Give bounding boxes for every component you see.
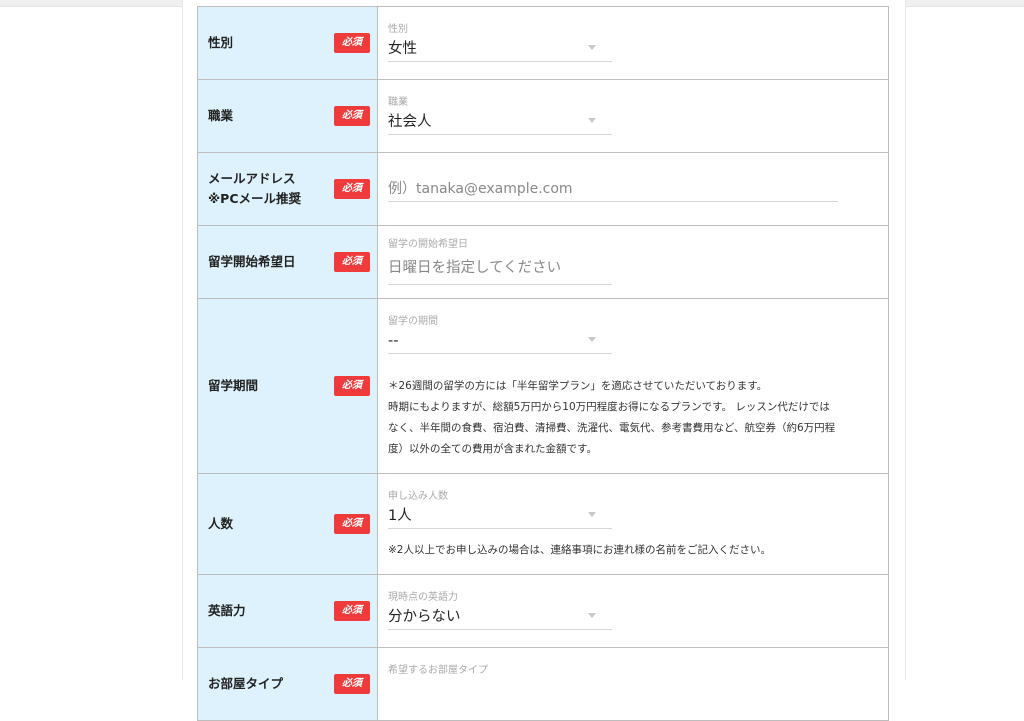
people-value[interactable]: 1人 [388,504,612,529]
duration-select[interactable]: 留学の期間 -- [388,315,612,354]
row-label-cell: お部屋タイプ 必須 [197,648,378,720]
people-note: ※2人以上でお申し込みの場合は、連絡事項にお連れ様の名前をご記入ください。 [388,544,771,556]
required-badge: 必須 [334,514,370,534]
room-select[interactable]: 希望するお部屋タイプ [388,664,612,678]
gender-select[interactable]: 性別 女性 [388,23,612,62]
gender-value[interactable]: 女性 [388,37,612,62]
room-label: お部屋タイプ [208,676,284,691]
people-select[interactable]: 申し込み人数 1人 [388,490,612,529]
occupation-label: 職業 [208,108,234,123]
row-label-cell: 性別 必須 [197,7,378,79]
occupation-field-label: 職業 [388,97,408,108]
english-select[interactable]: 現時点の英語力 分からない [388,591,612,630]
email-label-line2: ※PCメール推奨 [208,191,301,206]
start-date-picker[interactable]: 留学の開始希望日 日曜日を指定してください [388,238,612,285]
dropdown-arrow-icon[interactable] [588,337,596,342]
room-field-label: 希望するお部屋タイプ [388,665,488,676]
row-label-cell: 留学期間 必須 [197,299,378,473]
row-value-cell: 希望するお部屋タイプ [378,648,889,720]
row-value-cell: 職業 社会人 [378,80,889,152]
duration-note-line: なく、半年間の食費、宿泊費、清掃費、洗濯代、電気代、参考書費用など、航空券（約6… [388,422,836,434]
dropdown-arrow-icon[interactable] [588,512,596,517]
start-date-input[interactable]: 日曜日を指定してください [388,252,612,285]
form-row-people: 人数 必須 申し込み人数 1人 ※2人以上でお申し込みの場合は、連絡事項にお連れ… [197,474,889,575]
form-row-duration: 留学期間 必須 留学の期間 -- ＊26週間の留学の方には「半年留学プラン」を適… [197,299,889,474]
people-field-label: 申し込み人数 [388,491,448,502]
required-badge: 必須 [334,376,370,396]
email-input[interactable]: 例）tanaka@example.com [388,177,838,202]
duration-note-line: 度）以外の全ての費用が含まれた金額です。 [388,443,597,455]
row-value-cell: 性別 女性 [378,7,889,79]
row-value-cell: 留学の開始希望日 日曜日を指定してください [378,226,889,298]
row-label-cell: 人数 必須 [197,474,378,574]
duration-note-line: 時期にもよりますが、総額5万円から10万円程度お得になるプランです。 レッスン代… [388,401,830,413]
dropdown-arrow-icon[interactable] [588,118,596,123]
row-value-cell: 留学の期間 -- ＊26週間の留学の方には「半年留学プラン」を適応させていただい… [378,299,889,473]
start-date-field-label: 留学の開始希望日 [388,239,468,250]
email-field[interactable]: 例）tanaka@example.com [388,177,838,202]
duration-field-label: 留学の期間 [388,316,438,327]
occupation-value[interactable]: 社会人 [388,110,612,135]
duration-value[interactable]: -- [388,329,612,354]
row-label-cell: 留学開始希望日 必須 [197,226,378,298]
start-date-label: 留学開始希望日 [208,254,296,269]
form-row-room: お部屋タイプ 必須 希望するお部屋タイプ [197,648,889,721]
occupation-select[interactable]: 職業 社会人 [388,96,612,135]
required-badge: 必須 [334,33,370,53]
form-row-gender: 性別 必須 性別 女性 [197,7,889,80]
required-badge: 必須 [334,179,370,199]
form-row-start-date: 留学開始希望日 必須 留学の開始希望日 日曜日を指定してください [197,226,889,299]
row-label-cell: 英語力 必須 [197,575,378,647]
required-badge: 必須 [334,674,370,694]
row-label-cell: 職業 必須 [197,80,378,152]
required-badge: 必須 [334,601,370,621]
dropdown-arrow-icon[interactable] [588,45,596,50]
english-field-label: 現時点の英語力 [388,592,458,603]
form-row-english: 英語力 必須 現時点の英語力 分からない [197,575,889,648]
duration-note-line: ＊26週間の留学の方には「半年留学プラン」を適応させていただいております。 [388,380,768,392]
row-value-cell: 例）tanaka@example.com [378,153,889,225]
gender-label: 性別 [208,35,234,50]
row-value-cell: 申し込み人数 1人 ※2人以上でお申し込みの場合は、連絡事項にお連れ様の名前をご… [378,474,889,574]
english-value[interactable]: 分からない [388,605,612,630]
row-label-cell: メールアドレス ※PCメール推奨 必須 [197,153,378,225]
form-row-occupation: 職業 必須 職業 社会人 [197,80,889,153]
dropdown-arrow-icon[interactable] [588,613,596,618]
application-form: 性別 必須 性別 女性 職業 必須 職業 社会人 メールアドレス ※PCメール推… [197,6,889,721]
email-label-line1: メールアドレス [208,171,296,186]
form-row-email: メールアドレス ※PCメール推奨 必須 例）tanaka@example.com [197,153,889,226]
required-badge: 必須 [334,106,370,126]
email-label: メールアドレス ※PCメール推奨 [208,169,301,209]
duration-label: 留学期間 [208,378,259,393]
english-label: 英語力 [208,603,246,618]
required-badge: 必須 [334,252,370,272]
row-value-cell: 現時点の英語力 分からない [378,575,889,647]
gender-field-label: 性別 [388,24,408,35]
people-label: 人数 [208,516,234,531]
duration-note: ＊26週間の留学の方には「半年留学プラン」を適応させていただいております。 時期… [388,376,858,460]
